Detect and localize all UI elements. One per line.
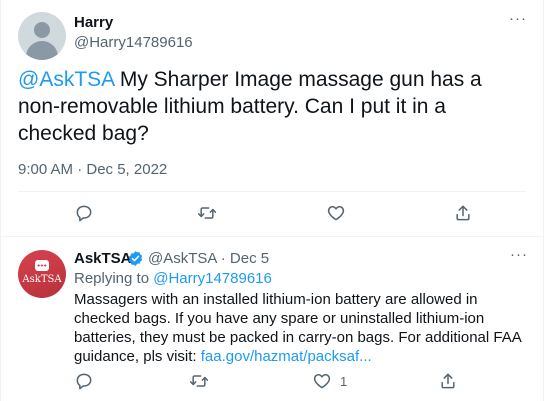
avatar[interactable]: AskTSA — [18, 250, 66, 298]
avatar[interactable] — [18, 12, 66, 60]
more-options-icon[interactable]: ··· — [510, 247, 528, 262]
retweet-icon[interactable] — [197, 203, 219, 225]
faa-link[interactable]: faa.gov/hazmat/packsaf... — [201, 348, 372, 365]
replying-handle-link[interactable]: @Harry14789616 — [153, 270, 272, 287]
tweet-text: @AskTSA My Sharper Image massage gun has… — [18, 66, 523, 147]
tweet-actions — [1, 203, 544, 233]
share-icon[interactable] — [438, 371, 460, 393]
more-options-icon[interactable]: ··· — [508, 11, 528, 28]
like-icon[interactable] — [312, 371, 334, 393]
replying-prefix: Replying to — [74, 270, 154, 287]
mention-link[interactable]: @AskTSA — [18, 68, 114, 91]
avatar-brand-text: AskTSA — [22, 274, 62, 285]
reply-icon[interactable] — [74, 203, 96, 225]
reply-actions: 1 — [1, 371, 544, 401]
default-avatar-body — [26, 41, 58, 60]
reply-text: Massagers with an installed lithium-ion … — [74, 290, 529, 366]
like-icon[interactable] — [326, 203, 348, 225]
reply-tweet[interactable]: AskTSA AskTSA @AskTSA · Dec 5 ··· Replyi… — [1, 236, 544, 401]
main-tweet: Harry @Harry14789616 ··· @AskTSA My Shar… — [1, 0, 544, 236]
default-avatar-head — [34, 22, 50, 38]
replying-to: Replying to @Harry14789616 — [74, 270, 272, 287]
author-name[interactable]: Harry — [74, 14, 113, 31]
like-count: 1 — [340, 374, 348, 389]
share-icon[interactable] — [453, 203, 475, 225]
tweet-thread: Harry @Harry14789616 ··· @AskTSA My Shar… — [0, 0, 544, 401]
tweet-timestamp[interactable]: 9:00 AM · Dec 5, 2022 — [18, 161, 167, 178]
author-name[interactable]: AskTSA — [74, 250, 132, 267]
verified-badge-icon — [127, 250, 144, 267]
reply-icon[interactable] — [74, 371, 96, 393]
reply-meta[interactable]: @AskTSA · Dec 5 — [148, 250, 269, 267]
retweet-icon[interactable] — [189, 371, 211, 393]
chat-dots-icon — [37, 264, 47, 267]
author-handle[interactable]: @Harry14789616 — [74, 34, 193, 51]
divider — [18, 191, 526, 192]
